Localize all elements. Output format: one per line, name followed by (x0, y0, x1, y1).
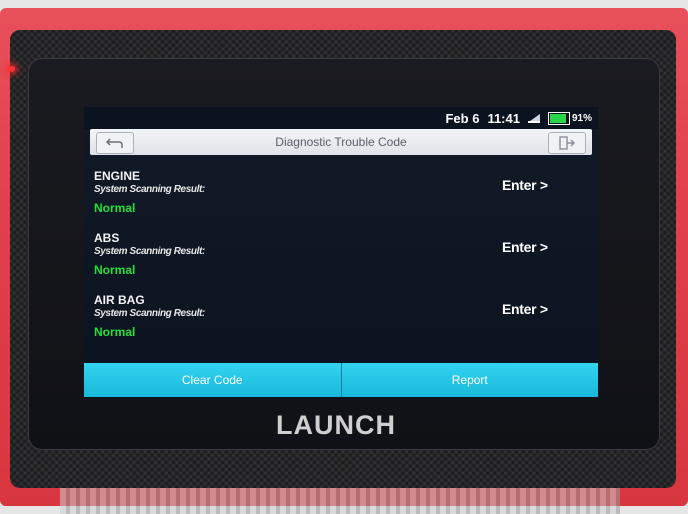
scan-result-value: Normal (94, 325, 136, 339)
system-list: ENGINE System Scanning Result: Normal En… (84, 163, 598, 349)
scan-result-value: Normal (94, 263, 136, 277)
status-bar: Feb 6 11:41 91% (84, 107, 598, 129)
system-row-engine: ENGINE System Scanning Result: Normal En… (84, 163, 598, 225)
status-date: Feb 6 (445, 110, 480, 126)
clear-code-button[interactable]: Clear Code (84, 363, 341, 397)
battery-fill (549, 113, 566, 123)
title-bar: Diagnostic Trouble Code (90, 129, 592, 155)
scan-result-label: System Scanning Result: (94, 246, 205, 257)
scan-result-label: System Scanning Result: (94, 184, 205, 195)
battery-indicator: 91% (547, 111, 592, 125)
system-row-abs: ABS System Scanning Result: Normal Enter… (84, 225, 598, 287)
power-led (9, 66, 15, 72)
scan-result-value: Normal (94, 201, 136, 215)
exit-button[interactable] (548, 132, 586, 154)
status-indicators: Feb 6 11:41 91% (445, 109, 592, 127)
back-arrow-icon (106, 138, 123, 148)
battery-percent: 91% (571, 112, 592, 124)
report-button[interactable]: Report (341, 363, 598, 397)
enter-button-airbag[interactable]: Enter > (502, 301, 548, 317)
system-row-airbag: AIR BAG System Scanning Result: Normal E… (84, 287, 598, 349)
back-button[interactable] (96, 132, 134, 154)
device-screen: Feb 6 11:41 91% Diagnostic Trouble Code (84, 107, 598, 397)
exit-icon (559, 136, 575, 150)
system-name: AIR BAG (94, 293, 145, 307)
action-bar: Clear Code Report (84, 363, 598, 397)
system-name: ABS (94, 231, 120, 245)
scan-result-label: System Scanning Result: (94, 308, 205, 319)
enter-button-abs[interactable]: Enter > (502, 239, 548, 255)
brand-logo: LAUNCH (276, 410, 396, 440)
system-name: ENGINE (94, 169, 141, 183)
enter-button-engine[interactable]: Enter > (502, 177, 548, 193)
battery-icon (547, 111, 570, 125)
device-grip (60, 488, 620, 514)
page-title: Diagnostic Trouble Code (275, 135, 407, 149)
status-time: 11:41 (487, 110, 520, 126)
signal-icon (527, 113, 540, 123)
